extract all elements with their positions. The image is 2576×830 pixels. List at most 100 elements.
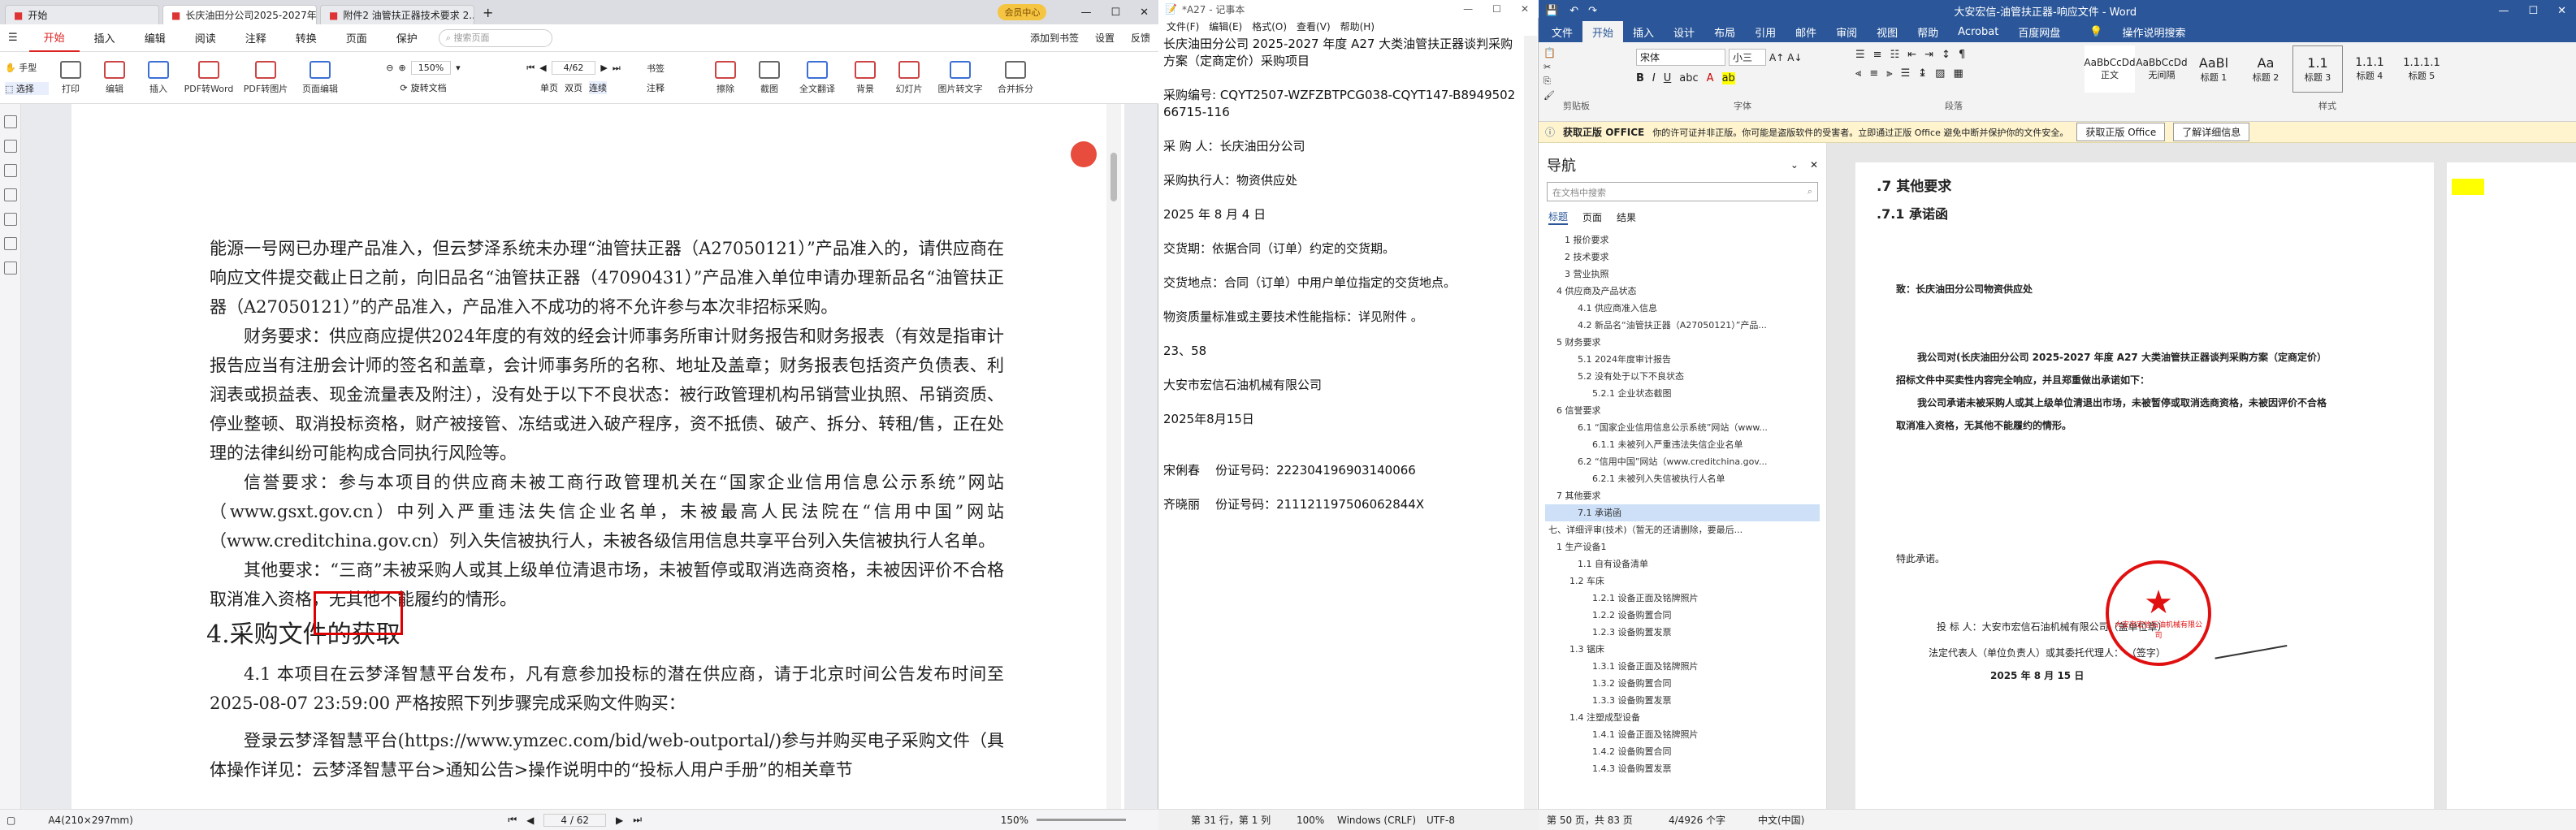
nav-item[interactable]: 4.2 新品名“油管扶正器（A27050121）”产品... xyxy=(1545,317,1820,334)
nav-item[interactable]: 1.2.2 设备购置合同 xyxy=(1545,607,1820,624)
last-page-icon[interactable]: ⏭ xyxy=(628,814,647,826)
edit-button[interactable]: 编辑 xyxy=(93,55,136,101)
pdf-tab-doc1[interactable]: ■长庆油田分公司2025-2027年...✕ xyxy=(162,5,317,24)
nav-item[interactable]: 4 供应商及产品状态 xyxy=(1545,283,1820,300)
style-heading4[interactable]: 1.1.1 标题 4 xyxy=(2344,45,2395,93)
get-office-button[interactable]: 获取正版 Office xyxy=(2076,123,2166,141)
background-button[interactable]: 背景 xyxy=(843,55,887,101)
ocr-button[interactable]: 图片转文字 xyxy=(931,55,989,101)
nav-item[interactable]: 5.1 2024年度审计报告 xyxy=(1545,351,1820,368)
align-center-icon[interactable]: ≡ xyxy=(1869,67,1878,80)
menu-insert[interactable]: 插入 xyxy=(80,24,130,52)
menu-view[interactable]: 查看(V) xyxy=(1292,19,1336,33)
nav-item[interactable]: 1.4 注塑成型设备 xyxy=(1545,709,1820,726)
nav-item[interactable]: 1.2.3 设备购置发票 xyxy=(1545,624,1820,641)
nav-item[interactable]: 5 财务要求 xyxy=(1545,334,1820,351)
language[interactable]: 中文(中国) xyxy=(1758,813,1804,827)
next-page-icon[interactable]: ▶ xyxy=(611,815,628,826)
nav-item[interactable]: 1.2 车床 xyxy=(1545,573,1820,590)
minimize-icon[interactable]: — xyxy=(1071,6,1101,19)
translate-button[interactable]: 全文翻译 xyxy=(791,55,843,101)
word-page-next[interactable] xyxy=(2447,162,2576,809)
nav-item[interactable]: 1.3.3 设备购置发票 xyxy=(1545,692,1820,709)
notepad-scrollbar[interactable] xyxy=(1524,36,1537,809)
vip-badge[interactable]: 会员中心 xyxy=(998,4,1047,20)
thumbnail-icon[interactable] xyxy=(3,140,17,153)
single-page-button[interactable]: 单页 xyxy=(540,81,558,94)
continuous-button[interactable]: 连续 xyxy=(589,81,607,94)
layers-icon[interactable] xyxy=(3,188,17,201)
pdf-tab-home[interactable]: ■ 开始 xyxy=(5,5,159,24)
tab-view[interactable]: 视图 xyxy=(1867,21,1907,42)
pdf-to-image-button[interactable]: PDF转图片 xyxy=(237,55,294,101)
status-page[interactable]: 4 / 62 xyxy=(543,813,606,827)
menu-help[interactable]: 帮助(H) xyxy=(1336,19,1379,33)
last-page-icon[interactable]: ⏭ xyxy=(613,63,621,74)
justify-icon[interactable]: ☰ xyxy=(1901,67,1911,80)
tab-file[interactable]: 文件 xyxy=(1542,21,1582,42)
style-heading3[interactable]: 1.1 标题 3 xyxy=(2292,45,2343,93)
page-input[interactable]: 4/62 xyxy=(551,61,596,75)
menu-bookmark[interactable]: 添加到书签 xyxy=(1022,24,1087,52)
style-heading2[interactable]: Aa 标题 2 xyxy=(2240,45,2291,93)
nav-item[interactable]: 7 其他要求 xyxy=(1545,487,1820,504)
nav-item[interactable]: 1.3.1 设备正面及铭牌照片 xyxy=(1545,658,1820,675)
cut-button[interactable]: ✂ xyxy=(1543,62,1625,72)
nav-tab-pages[interactable]: 页面 xyxy=(1582,210,1602,224)
menu-edit[interactable]: 编辑 xyxy=(130,24,180,52)
align-right-icon[interactable]: ⫸ xyxy=(1886,67,1892,80)
tell-me-search[interactable]: 💡 操作说明搜索 xyxy=(2070,21,2205,42)
page-edit-button[interactable]: 页面编辑 xyxy=(294,55,346,101)
double-page-button[interactable]: 双页 xyxy=(565,81,582,94)
screenshot-button[interactable]: 截图 xyxy=(747,55,791,101)
font-size-select[interactable]: 小三 xyxy=(1729,49,1766,66)
status-icon[interactable]: ▢ xyxy=(6,815,15,826)
erase-button[interactable]: 擦除 xyxy=(704,55,747,101)
tab-references[interactable]: 引用 xyxy=(1745,21,1786,42)
style-normal[interactable]: AaBbCcDd 正文 xyxy=(2084,45,2136,93)
menu-icon[interactable]: ☰ xyxy=(8,32,18,44)
tab-review[interactable]: 审阅 xyxy=(1826,21,1867,42)
redo-icon[interactable]: ↷ xyxy=(1583,5,1602,17)
menu-settings[interactable]: 设置 xyxy=(1087,24,1123,52)
insert-button[interactable]: 插入 xyxy=(136,55,180,101)
font-name-select[interactable]: 宋体 xyxy=(1636,49,1725,66)
tab-baidu[interactable]: 百度网盘 xyxy=(2008,21,2070,42)
menu-start[interactable]: 开始 xyxy=(28,24,80,52)
menu-edit[interactable]: 编辑(E) xyxy=(1204,19,1247,33)
nav-item[interactable]: 1.3.2 设备购置合同 xyxy=(1545,675,1820,692)
zoom-input[interactable]: 150% xyxy=(410,61,452,75)
nav-item[interactable]: 5.2 没有处于以下不良状态 xyxy=(1545,368,1820,385)
style-no-spacing[interactable]: AaBbCcDd 无间隔 xyxy=(2136,45,2187,93)
attachment-icon[interactable] xyxy=(3,237,17,250)
menu-format[interactable]: 格式(O) xyxy=(1247,19,1292,33)
close-window-icon[interactable]: ✕ xyxy=(1511,3,1539,15)
maximize-icon[interactable]: ☐ xyxy=(2518,5,2548,17)
menu-page[interactable]: 页面 xyxy=(331,24,382,52)
bookmark-icon[interactable] xyxy=(3,115,17,128)
nav-item[interactable]: 2 技术要求 xyxy=(1545,249,1820,266)
nav-item[interactable]: 七、详细评审(技术)（暂无的还请删除，要最后... xyxy=(1545,521,1820,538)
multilevel-icon[interactable]: ☷ xyxy=(1890,49,1900,61)
shading-icon[interactable]: ▨ xyxy=(1935,67,1945,80)
bullets-icon[interactable]: ☰ xyxy=(1855,49,1865,61)
strikethrough-button[interactable]: abc xyxy=(1679,72,1698,84)
grow-font-icon[interactable]: A↑ xyxy=(1769,52,1784,63)
pdf-scrollbar[interactable] xyxy=(1106,104,1121,811)
zoom-out-icon[interactable]: ⊖ xyxy=(386,63,393,73)
nav-item[interactable]: 3 营业执照 xyxy=(1545,266,1820,283)
nav-item[interactable]: 6 信誉要求 xyxy=(1545,402,1820,419)
tab-layout[interactable]: 布局 xyxy=(1704,21,1745,42)
rotate-icon[interactable]: ⟳ xyxy=(400,83,407,93)
tab-design[interactable]: 设计 xyxy=(1664,21,1704,42)
line-spacing-icon[interactable]: ↨ xyxy=(1918,67,1927,80)
highlight-button[interactable]: ab xyxy=(1721,72,1735,84)
minimize-icon[interactable]: — xyxy=(1453,3,1483,15)
bookmark-button[interactable]: 书签 xyxy=(647,62,704,75)
first-page-icon[interactable]: ⏮ xyxy=(503,814,522,826)
pdf-search-box[interactable]: ⌕ 搜索页面 xyxy=(438,28,552,47)
tab-mailings[interactable]: 邮件 xyxy=(1786,21,1826,42)
maximize-icon[interactable]: ☐ xyxy=(1483,3,1511,15)
indent-decrease-icon[interactable]: ⇤ xyxy=(1907,49,1916,61)
save-icon[interactable]: 💾 xyxy=(1539,5,1565,17)
